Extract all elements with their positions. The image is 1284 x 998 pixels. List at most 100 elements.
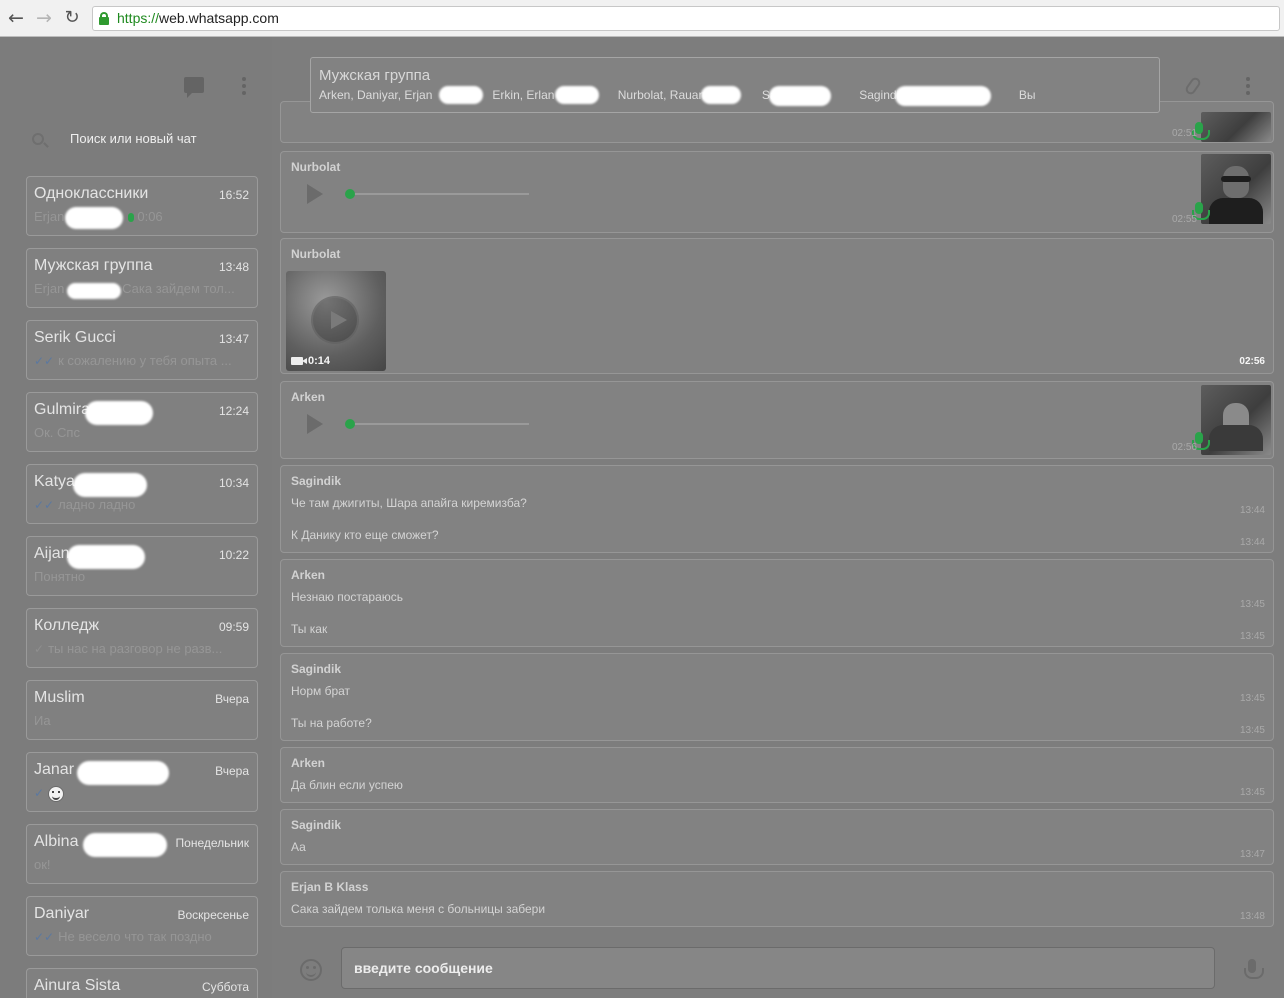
search-input[interactable] [70, 131, 250, 146]
message-text: Незнаю постараюсь [291, 590, 404, 604]
video-thumbnail[interactable]: 0:14 [286, 271, 386, 371]
voice-message[interactable]: Nurbolat 02:55 [280, 151, 1274, 233]
text-message[interactable]: Erjan B Klass Сака зайдем толька меня с … [280, 871, 1274, 927]
message-time: 13:48 [1239, 911, 1265, 922]
message-text: Ты как [291, 622, 328, 636]
forward-arrow-icon[interactable]: → [34, 8, 54, 28]
microphone-icon[interactable] [1244, 959, 1264, 979]
chat-last-sender: Erjan [34, 209, 65, 224]
video-play-icon[interactable] [311, 296, 359, 344]
attach-paperclip-icon[interactable] [1183, 75, 1203, 97]
search-bar[interactable] [26, 129, 258, 151]
chat-list-item[interactable]: Daniyar Воскресенье ✓✓ Не весело что так … [26, 896, 258, 956]
chat-name: Katya [34, 473, 75, 490]
chat-name: Daniyar [34, 905, 90, 922]
chat-time: Понедельник [175, 836, 249, 850]
chat-time: 10:34 [218, 476, 249, 490]
chat-name: Мужская группа [34, 257, 153, 274]
chat-list-item[interactable]: Aijan 10:22 Понятно [26, 536, 258, 596]
text-message[interactable]: Sagindik Че там джигиты, Шара апайга кир… [280, 465, 1274, 553]
chat-list-item[interactable]: Serik Gucci 13:47 ✓✓ к сожалению у тебя о… [26, 320, 258, 380]
voice-message[interactable]: Arken 02:56 [280, 381, 1274, 459]
redaction-blur [555, 86, 599, 104]
address-bar[interactable]: https://web.whatsapp.com [92, 6, 1280, 31]
chat-name: Ainura Sista [34, 977, 121, 994]
voice-duration: 0:06 [137, 209, 163, 224]
chat-last-message: ✓ ты нас на разговор не разв... [34, 641, 246, 656]
chat-last-message: ✓✓ к сожалению у тебя опыта ... [34, 353, 246, 368]
menu-dots-icon[interactable] [242, 77, 246, 95]
reload-icon[interactable]: ↻ [62, 8, 82, 28]
message-text: Че там джигиты, Шара апайга киремизба? [291, 496, 527, 510]
message-sender: Nurbolat [291, 160, 341, 174]
read-ticks-icon: ✓✓ [34, 498, 55, 512]
message-text: Норм брат [291, 684, 351, 698]
chat-last-message: ✓✓ ладно ладно [34, 497, 246, 512]
audio-progress-track[interactable] [349, 423, 529, 425]
chat-name: Gulmira [34, 401, 91, 418]
chat-name: Muslim [34, 689, 85, 706]
chat-list-item[interactable]: Одноклассники 16:52 Erjan 0:06 [26, 176, 258, 236]
message-time: 02:56 [1239, 356, 1265, 367]
redaction-blur [67, 545, 145, 569]
message-time: 13:45 [1239, 631, 1265, 642]
message-sender: Sagindik [291, 474, 342, 488]
back-arrow-icon[interactable]: ← [6, 8, 26, 28]
conversation-header[interactable]: Мужская группа Arken, Daniyar, Erjan Erk… [310, 57, 1160, 113]
chat-last-message: ок! [34, 857, 51, 872]
message-sender: Arken [291, 390, 326, 404]
menu-dots-icon[interactable] [1246, 77, 1250, 95]
chat-list-item[interactable]: Janar Вчера ✓ [26, 752, 258, 812]
chat-list-item[interactable]: Мужская группа 13:48 Erjan Сака зайдем т… [26, 248, 258, 308]
message-time: 02:51 [1171, 128, 1197, 139]
message-sender: Erjan B Klass [291, 880, 369, 894]
chat-name: Aijan [34, 545, 70, 562]
chat-time: 13:48 [218, 260, 249, 274]
chat-time: Вчера [215, 692, 249, 706]
message-sender: Sagindik [291, 818, 342, 832]
new-chat-icon[interactable] [184, 77, 204, 98]
text-message[interactable]: Sagindik Норм брат 13:45 Ты на работе? 1… [280, 653, 1274, 741]
chat-list-item[interactable]: Albina Понедельник ок! [26, 824, 258, 884]
message-input[interactable] [341, 947, 1215, 989]
message-time: 13:45 [1239, 693, 1265, 704]
text-message[interactable]: Arken Да блин если успею 13:45 [280, 747, 1274, 803]
url-text[interactable]: https://web.whatsapp.com [117, 10, 279, 26]
audio-progress-knob[interactable] [345, 189, 355, 199]
message-sender: Nurbolat [291, 247, 341, 261]
chat-list-item[interactable]: Колледж 09:59 ✓ ты нас на разговор не раз… [26, 608, 258, 668]
smiley-emoji-icon [48, 785, 65, 802]
audio-progress-knob[interactable] [345, 419, 355, 429]
chat-time: Вчера [215, 764, 249, 778]
chat-time: 16:52 [218, 188, 249, 202]
chat-list-item[interactable]: Katya 10:34 ✓✓ ладно ладно [26, 464, 258, 524]
chat-time: 13:47 [218, 332, 249, 346]
chat-last-text: ладно ладно [58, 497, 136, 512]
redaction-blur [73, 473, 147, 497]
chat-last-message: Ок. Спс [34, 425, 80, 440]
chat-last-message: Иа [34, 713, 51, 728]
chat-last-message: Erjan Сака зайдем тол... [34, 281, 235, 296]
chat-list-item[interactable]: Ainura Sista Суббота [26, 968, 258, 998]
redaction-blur [77, 761, 169, 785]
chat-list-item[interactable]: Gulmira 12:24 Ок. Спс [26, 392, 258, 452]
play-icon[interactable] [307, 184, 323, 204]
chat-list-item[interactable]: Muslim Вчера Иа [26, 680, 258, 740]
text-message[interactable]: Sagindik Аа 13:47 [280, 809, 1274, 865]
chat-time: 12:24 [218, 404, 249, 418]
video-camera-icon [291, 357, 307, 365]
play-icon[interactable] [307, 414, 323, 434]
message-sender: Arken [291, 756, 326, 770]
text-message[interactable]: Arken Незнаю постараюсь 13:45 Ты как 13:… [280, 559, 1274, 647]
read-ticks-icon: ✓ [34, 786, 45, 800]
video-message[interactable]: Nurbolat 0:14 02:56 [280, 238, 1274, 374]
chat-last-text: ты нас на разговор не разв... [48, 641, 223, 656]
audio-progress-track[interactable] [349, 193, 529, 195]
redaction-blur [67, 283, 121, 299]
search-icon [32, 133, 44, 145]
lock-icon [99, 12, 109, 25]
emoji-icon[interactable] [300, 959, 322, 981]
message-text: Аа [291, 840, 306, 854]
read-ticks-icon: ✓✓ [34, 354, 55, 368]
message-time: 13:45 [1239, 599, 1265, 610]
